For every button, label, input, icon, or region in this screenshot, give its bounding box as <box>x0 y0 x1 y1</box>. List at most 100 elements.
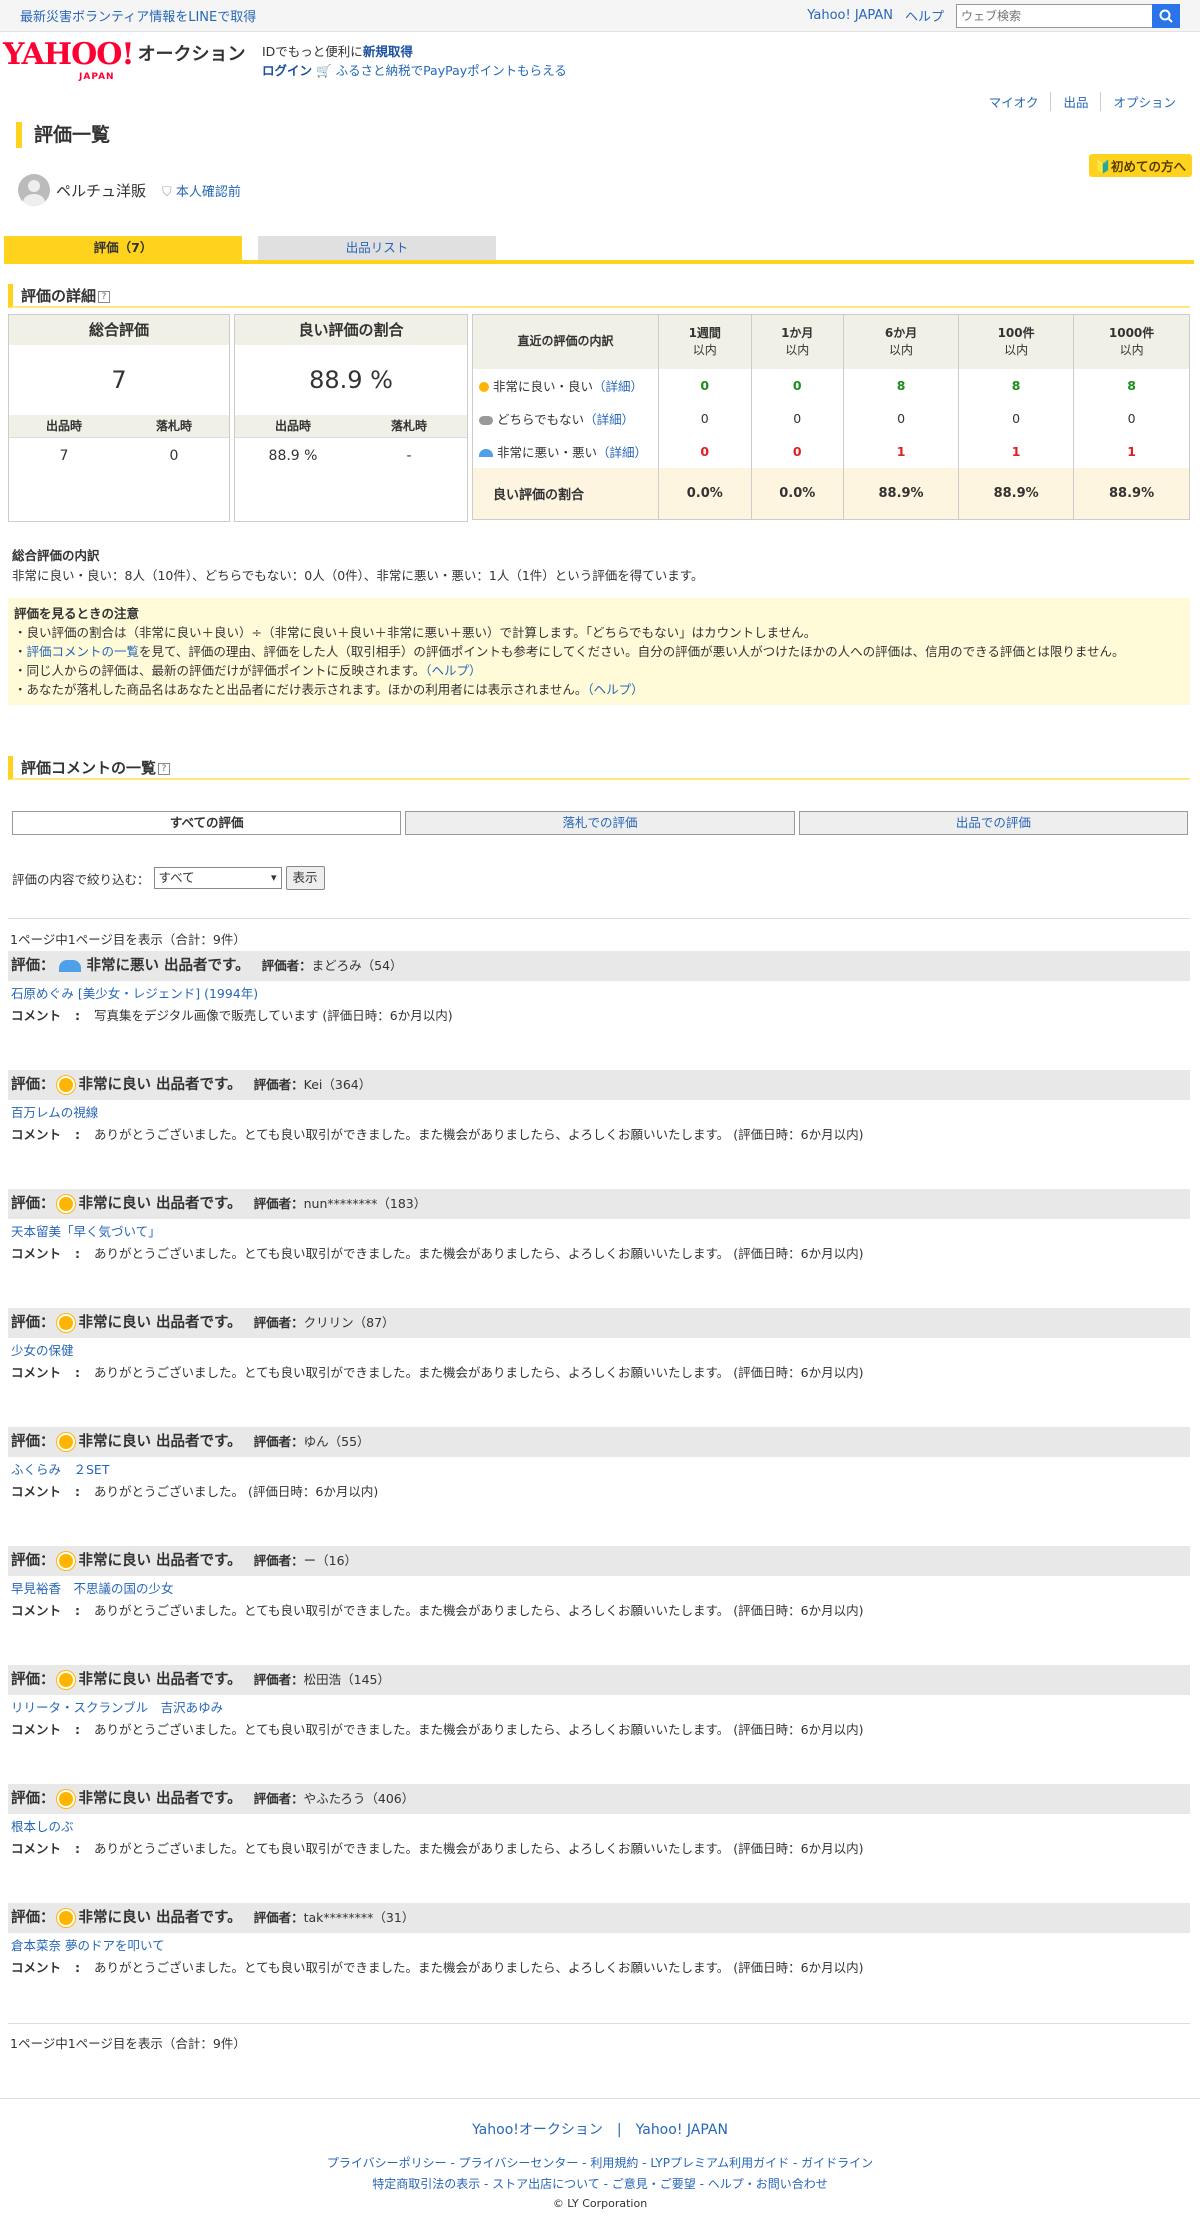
review-header: 評価： 非常に良い 出品者です。 評価者：松田浩（145） <box>8 1665 1190 1695</box>
footer-link[interactable]: プライバシーポリシー <box>327 2156 447 2170</box>
good-ratio-value: 88.9 % <box>309 366 393 394</box>
detail-link[interactable]: （詳細） <box>593 379 643 394</box>
detail-link[interactable]: （詳細） <box>584 412 634 427</box>
reviewer-name[interactable]: tak********（31） <box>304 1910 415 1925</box>
reviewer: 評価者：nun********（183） <box>253 1196 427 1211</box>
buyer-label: 落札時 <box>390 419 427 433</box>
review-item: 評価： 非常に悪い 出品者です。 評価者：まどろみ（54） 石原めぐみ [美少女・レジ… <box>8 951 1190 1025</box>
comment-list-link[interactable]: 評価コメントの一覧 <box>27 644 140 659</box>
footer-link[interactable]: ヘルプ・お問い合わせ <box>708 2177 828 2191</box>
reviewer-name[interactable]: やふたろう（406） <box>304 1791 415 1806</box>
filter-seller[interactable]: 出品での評価 <box>798 811 1188 835</box>
item-link[interactable]: 根本しのぶ <box>8 1814 1190 1840</box>
item-link[interactable]: 早見裕香 不思議の国の少女 <box>8 1576 1190 1602</box>
web-search-input[interactable] <box>956 3 1152 28</box>
review-item: 評価： 非常に良い 出品者です。 評価者：nun********（183） 天本留美「… <box>8 1189 1190 1263</box>
item-link[interactable]: 石原めぐみ [美少女・レジェンド] (1994年) <box>8 981 1190 1007</box>
yahoo-logo-text: YAHOO! <box>3 37 135 72</box>
reviewer-name[interactable]: 松田浩（145） <box>304 1672 390 1687</box>
copyright: © LY Corporation <box>552 2197 648 2210</box>
rating-label: 評価： <box>11 1553 55 1569</box>
help-link[interactable]: （ヘルプ） <box>425 663 481 678</box>
rating-label: 評価： <box>11 1910 55 1926</box>
cloud-icon <box>479 415 493 425</box>
review-comment: コメント: ありがとうございました。とても良い取引ができました。また機会がありまし… <box>11 1603 864 1618</box>
register-link[interactable]: 新規取得 <box>363 44 413 59</box>
footer-link[interactable]: LYPプレミアム利用ガイド <box>650 2156 789 2170</box>
rating-text: 非常に良い 出品者です。 <box>78 1553 242 1569</box>
divider <box>8 2023 1190 2024</box>
footer-link[interactable]: ご意見・ご要望 <box>612 2177 696 2191</box>
nav-sell[interactable]: 出品 <box>1051 92 1102 111</box>
search-button[interactable] <box>1152 3 1180 28</box>
disaster-volunteer-line-link[interactable]: 最新災害ボランティア情報をLINEで取得 <box>20 6 256 25</box>
seller-label: 出品時 <box>45 419 82 433</box>
seller-value: 7 <box>59 448 69 464</box>
buyer-ratio: - <box>406 448 412 464</box>
footer-link[interactable]: ストア出店について <box>492 2177 600 2191</box>
nav-options[interactable]: オプション <box>1101 92 1188 111</box>
yahoo-logo-sub: JAPAN <box>79 72 115 82</box>
reviewer: 評価者：Kei（364） <box>253 1077 372 1092</box>
sun-icon <box>58 1316 73 1330</box>
user-info: ペルチュ洋販 ⛉ 本人確認前 <box>18 174 241 206</box>
item-link[interactable]: 天本留美「早く気づいて」 <box>8 1219 1190 1245</box>
review-header: 評価： 非常に良い 出品者です。 評価者：nun********（183） <box>8 1189 1190 1219</box>
show-button[interactable]: 表示 <box>285 866 325 890</box>
tab-rating[interactable]: 評価（7） <box>4 236 242 260</box>
login-link[interactable]: ログイン <box>262 63 312 78</box>
review-item: 評価： 非常に良い 出品者です。 評価者：クリリン（87） 少女の保健 コメント: ありが… <box>8 1308 1190 1382</box>
item-link[interactable]: 少女の保健 <box>8 1338 1190 1364</box>
footer-link[interactable]: ガイドライン <box>801 2156 873 2170</box>
buyer-label: 落札時 <box>155 419 192 433</box>
detail-link[interactable]: （詳細） <box>597 445 647 460</box>
recent-header: 直近の評価の内訳 <box>472 314 659 369</box>
help-icon[interactable]: ? <box>98 290 111 303</box>
furusato-link[interactable]: ふるさと納税でPayPayポイントもらえる <box>336 63 567 78</box>
review-item: 評価： 非常に良い 出品者です。 評価者：tak********（31） 倉本菜奈 夢… <box>8 1903 1190 1977</box>
reviewer: 評価者：まどろみ（54） <box>261 958 403 973</box>
yahoo-japan-link[interactable]: Yahoo! JAPAN <box>807 8 893 23</box>
filter-buyer[interactable]: 落札での評価 <box>405 811 795 835</box>
footer-link[interactable]: 特定商取引法の表示 <box>372 2177 480 2191</box>
yahoo-auction-logo[interactable]: YAHOO! JAPAN オークション <box>3 37 246 83</box>
item-link[interactable]: 倉本菜奈 夢のドアを叩いて <box>8 1933 1190 1959</box>
help-link[interactable]: （ヘルプ） <box>587 682 643 697</box>
review-header: 評価： 非常に良い 出品者です。 評価者：tak********（31） <box>8 1903 1190 1933</box>
footer-yahoo-link[interactable]: Yahoo! JAPAN <box>636 2122 728 2138</box>
header-info: IDでもっと便利に新規取得 ログイン 🛒 ふるさと納税でPayPayポイントもら… <box>262 42 567 80</box>
item-link[interactable]: リリータ・スクランブル 吉沢あゆみ <box>8 1695 1190 1721</box>
item-link[interactable]: ふくらみ ２SET <box>8 1457 1190 1483</box>
reviewer-name[interactable]: ゆん（55） <box>304 1434 370 1449</box>
row-neutral: どちらでもない（詳細） 00000 <box>473 401 1190 435</box>
reviewer-name[interactable]: クリリン（87） <box>304 1315 395 1330</box>
narrow-label: 評価の内容で絞り込む： <box>12 871 150 887</box>
reviewer-name[interactable]: nun********（183） <box>304 1196 427 1211</box>
footer-link[interactable]: 利用規約 <box>590 2156 638 2170</box>
tab-listing[interactable]: 出品リスト <box>258 236 496 260</box>
review-comment: コメント: 写真集をデジタル画像で販売しています (評価日時：6か月以内) <box>11 1008 453 1023</box>
review-comment: コメント: ありがとうございました。とても良い取引ができました。また機会がありまし… <box>11 1722 864 1737</box>
reviewer-name[interactable]: Kei（364） <box>304 1077 372 1092</box>
rating-label: 評価： <box>11 1315 55 1331</box>
details-section-title: 評価の詳細? <box>8 284 1190 308</box>
item-link[interactable]: 百万レムの視線 <box>8 1100 1190 1126</box>
help-link[interactable]: ヘルプ <box>905 6 944 25</box>
verify-status[interactable]: ⛉ 本人確認前 <box>162 181 241 200</box>
row-good-ratio: 良い評価の割合 0.0% 0.0% 88.9% 88.9% 88.9% <box>472 467 1190 520</box>
review-comment: コメント: ありがとうございました。とても良い取引ができました。また機会がありまし… <box>11 1365 864 1380</box>
filter-all[interactable]: すべての評価 <box>12 811 402 835</box>
first-time-button[interactable]: 🔰初めての方へ <box>1089 154 1192 177</box>
nav-myauction[interactable]: マイオク <box>977 92 1052 111</box>
reviewer: 評価者：松田浩（145） <box>253 1672 390 1687</box>
footer-link[interactable]: プライバシーセンター <box>459 2156 579 2170</box>
reviewer-name[interactable]: まどろみ（54） <box>312 958 403 973</box>
narrow-select[interactable]: すべて <box>153 867 282 889</box>
breakdown-title: 総合評価の内訳 <box>12 548 100 563</box>
help-icon[interactable]: ? <box>158 762 171 775</box>
footer-auction-link[interactable]: Yahoo!オークション <box>472 2122 603 2138</box>
reviewer-name[interactable]: ー（16） <box>304 1553 357 1568</box>
total-rating-box: 総合評価 7 出品時 落札時 7 0 <box>8 314 230 522</box>
reviewer: 評価者：ー（16） <box>253 1553 358 1568</box>
reviewer: 評価者：クリリン（87） <box>253 1315 395 1330</box>
